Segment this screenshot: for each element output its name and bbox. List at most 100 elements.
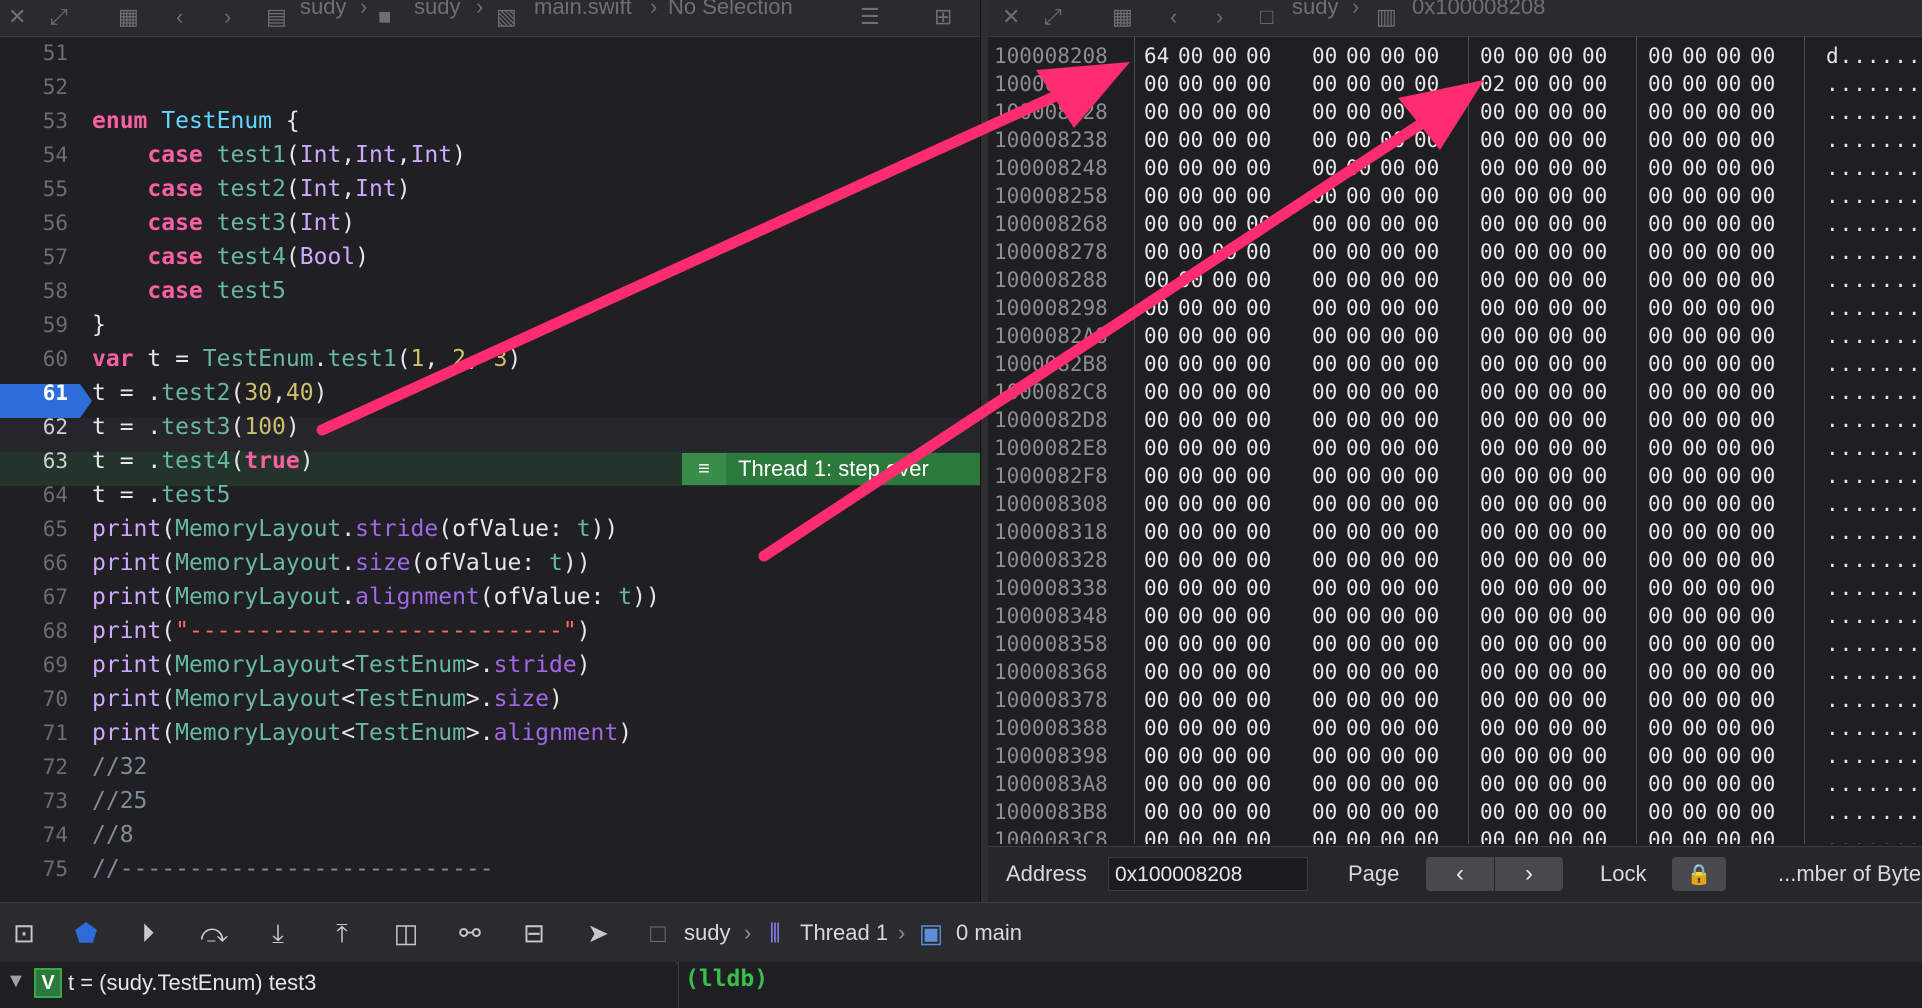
memory-byte[interactable]: 00 bbox=[1178, 378, 1203, 406]
memory-byte[interactable]: 00 bbox=[1548, 630, 1573, 658]
memory-byte[interactable]: 00 bbox=[1212, 154, 1237, 182]
memory-row[interactable]: 1000082A8 00 00 00 00 00 00 00 00 00 00 00 00 00 00 00 0… bbox=[988, 322, 1922, 350]
memory-byte[interactable]: 00 bbox=[1750, 714, 1775, 742]
memory-byte[interactable]: 00 bbox=[1144, 434, 1169, 462]
memory-byte[interactable]: 00 bbox=[1716, 574, 1741, 602]
memory-byte[interactable]: 00 bbox=[1346, 182, 1371, 210]
memory-byte[interactable]: 00 bbox=[1246, 210, 1271, 238]
memory-byte[interactable]: 00 bbox=[1548, 462, 1573, 490]
memory-byte[interactable]: 00 bbox=[1548, 490, 1573, 518]
memory-byte[interactable]: 00 bbox=[1582, 826, 1607, 844]
memory-byte[interactable]: 00 bbox=[1682, 574, 1707, 602]
memory-byte[interactable]: 00 bbox=[1178, 574, 1203, 602]
memory-byte[interactable]: 00 bbox=[1514, 518, 1539, 546]
memory-byte[interactable]: 00 bbox=[1380, 266, 1405, 294]
memory-byte[interactable]: 00 bbox=[1144, 98, 1169, 126]
memory-row[interactable]: 100008298 00 00 00 00 00 00 00 00 00 00 00 00 00 00 00 0… bbox=[988, 294, 1922, 322]
code-line[interactable]: 58 case test5 bbox=[0, 274, 980, 308]
memory-byte[interactable]: 00 bbox=[1212, 406, 1237, 434]
memory-byte[interactable]: 00 bbox=[1582, 434, 1607, 462]
memory-byte[interactable]: 00 bbox=[1480, 770, 1505, 798]
memory-byte[interactable]: 00 bbox=[1750, 490, 1775, 518]
memory-byte[interactable]: 00 bbox=[1682, 70, 1707, 98]
memory-byte[interactable]: 00 bbox=[1514, 658, 1539, 686]
memory-byte[interactable]: 00 bbox=[1480, 602, 1505, 630]
memory-byte[interactable]: 00 bbox=[1312, 658, 1337, 686]
memory-byte[interactable]: 00 bbox=[1750, 546, 1775, 574]
memory-byte[interactable]: 00 bbox=[1716, 406, 1741, 434]
memory-byte[interactable]: 00 bbox=[1480, 406, 1505, 434]
memory-byte[interactable]: 00 bbox=[1548, 686, 1573, 714]
memory-byte[interactable]: 00 bbox=[1582, 182, 1607, 210]
memory-byte[interactable]: 00 bbox=[1312, 294, 1337, 322]
memory-byte[interactable]: 00 bbox=[1682, 490, 1707, 518]
memory-byte[interactable]: 64 bbox=[1144, 42, 1169, 70]
memory-byte[interactable]: 00 bbox=[1682, 686, 1707, 714]
memory-breadcrumb-project[interactable]: sudy bbox=[1292, 0, 1338, 32]
memory-byte[interactable]: 00 bbox=[1178, 294, 1203, 322]
memory-byte[interactable]: 00 bbox=[1414, 378, 1439, 406]
code-text[interactable]: t = .test5 bbox=[92, 478, 231, 512]
code-line[interactable]: 73 //25 bbox=[0, 784, 980, 818]
memory-byte[interactable]: 00 bbox=[1480, 126, 1505, 154]
memory-byte[interactable]: 00 bbox=[1246, 42, 1271, 70]
memory-byte[interactable]: 00 bbox=[1346, 126, 1371, 154]
line-number[interactable]: 60 bbox=[0, 342, 68, 376]
memory-byte[interactable]: 00 bbox=[1246, 658, 1271, 686]
memory-byte[interactable]: 00 bbox=[1212, 294, 1237, 322]
memory-byte[interactable]: 00 bbox=[1582, 546, 1607, 574]
memory-byte[interactable]: 00 bbox=[1582, 686, 1607, 714]
code-line[interactable]: 55 case test2(Int,Int) bbox=[0, 172, 980, 206]
memory-byte[interactable]: 00 bbox=[1380, 546, 1405, 574]
code-text[interactable]: //32 bbox=[92, 750, 147, 784]
memory-byte[interactable]: 00 bbox=[1648, 434, 1673, 462]
memory-byte[interactable]: 00 bbox=[1716, 70, 1741, 98]
memory-byte[interactable]: 00 bbox=[1480, 630, 1505, 658]
memory-byte[interactable]: 00 bbox=[1414, 238, 1439, 266]
memory-byte[interactable]: 00 bbox=[1582, 154, 1607, 182]
line-number[interactable]: 68 bbox=[0, 614, 68, 648]
memory-byte[interactable]: 00 bbox=[1312, 406, 1337, 434]
memory-byte[interactable]: 00 bbox=[1548, 546, 1573, 574]
memory-byte[interactable]: 00 bbox=[1312, 238, 1337, 266]
thread-step-badge[interactable]: ≡ Thread 1: step over bbox=[682, 453, 980, 485]
memory-byte[interactable]: 00 bbox=[1582, 294, 1607, 322]
memory-byte[interactable]: 00 bbox=[1480, 742, 1505, 770]
memory-byte[interactable]: 00 bbox=[1346, 406, 1371, 434]
memory-byte[interactable]: 00 bbox=[1346, 434, 1371, 462]
memory-byte[interactable]: 00 bbox=[1750, 798, 1775, 826]
memory-byte[interactable]: 00 bbox=[1178, 154, 1203, 182]
memory-byte[interactable]: 00 bbox=[1514, 378, 1539, 406]
memory-byte[interactable]: 00 bbox=[1380, 70, 1405, 98]
memory-byte[interactable]: 00 bbox=[1548, 182, 1573, 210]
memory-byte[interactable]: 00 bbox=[1514, 490, 1539, 518]
memory-byte[interactable]: 00 bbox=[1178, 406, 1203, 434]
code-line[interactable]: 72 //32 bbox=[0, 750, 980, 784]
memory-byte[interactable]: 00 bbox=[1414, 742, 1439, 770]
memory-byte[interactable]: 00 bbox=[1346, 210, 1371, 238]
memory-byte[interactable]: 00 bbox=[1346, 518, 1371, 546]
memory-byte[interactable]: 00 bbox=[1648, 518, 1673, 546]
memory-byte[interactable]: 00 bbox=[1380, 742, 1405, 770]
code-line[interactable]: 75 //--------------------------- bbox=[0, 852, 980, 886]
memory-byte[interactable]: 00 bbox=[1750, 630, 1775, 658]
memory-byte[interactable]: 00 bbox=[1514, 770, 1539, 798]
memory-byte[interactable]: 00 bbox=[1750, 126, 1775, 154]
memory-byte[interactable]: 00 bbox=[1246, 574, 1271, 602]
memory-byte[interactable]: 00 bbox=[1380, 434, 1405, 462]
memory-row[interactable]: 100008338 00 00 00 00 00 00 00 00 00 00 00 00 00 00 00 0… bbox=[988, 574, 1922, 602]
memory-byte[interactable]: 00 bbox=[1212, 126, 1237, 154]
memory-byte[interactable]: 00 bbox=[1380, 350, 1405, 378]
memory-byte[interactable]: 00 bbox=[1312, 126, 1337, 154]
memory-byte[interactable]: 00 bbox=[1212, 546, 1237, 574]
memory-row[interactable]: 100008348 00 00 00 00 00 00 00 00 00 00 00 00 00 00 00 0… bbox=[988, 602, 1922, 630]
memory-byte[interactable]: 00 bbox=[1144, 630, 1169, 658]
memory-byte[interactable]: 00 bbox=[1312, 490, 1337, 518]
code-text[interactable]: case test1(Int,Int,Int) bbox=[92, 138, 466, 172]
code-line[interactable]: 54 case test1(Int,Int,Int) bbox=[0, 138, 980, 172]
memory-byte[interactable]: 00 bbox=[1312, 546, 1337, 574]
memory-byte[interactable]: 00 bbox=[1682, 798, 1707, 826]
memory-byte[interactable]: 00 bbox=[1246, 518, 1271, 546]
memory-byte[interactable]: 00 bbox=[1312, 154, 1337, 182]
memory-byte[interactable]: 00 bbox=[1682, 434, 1707, 462]
